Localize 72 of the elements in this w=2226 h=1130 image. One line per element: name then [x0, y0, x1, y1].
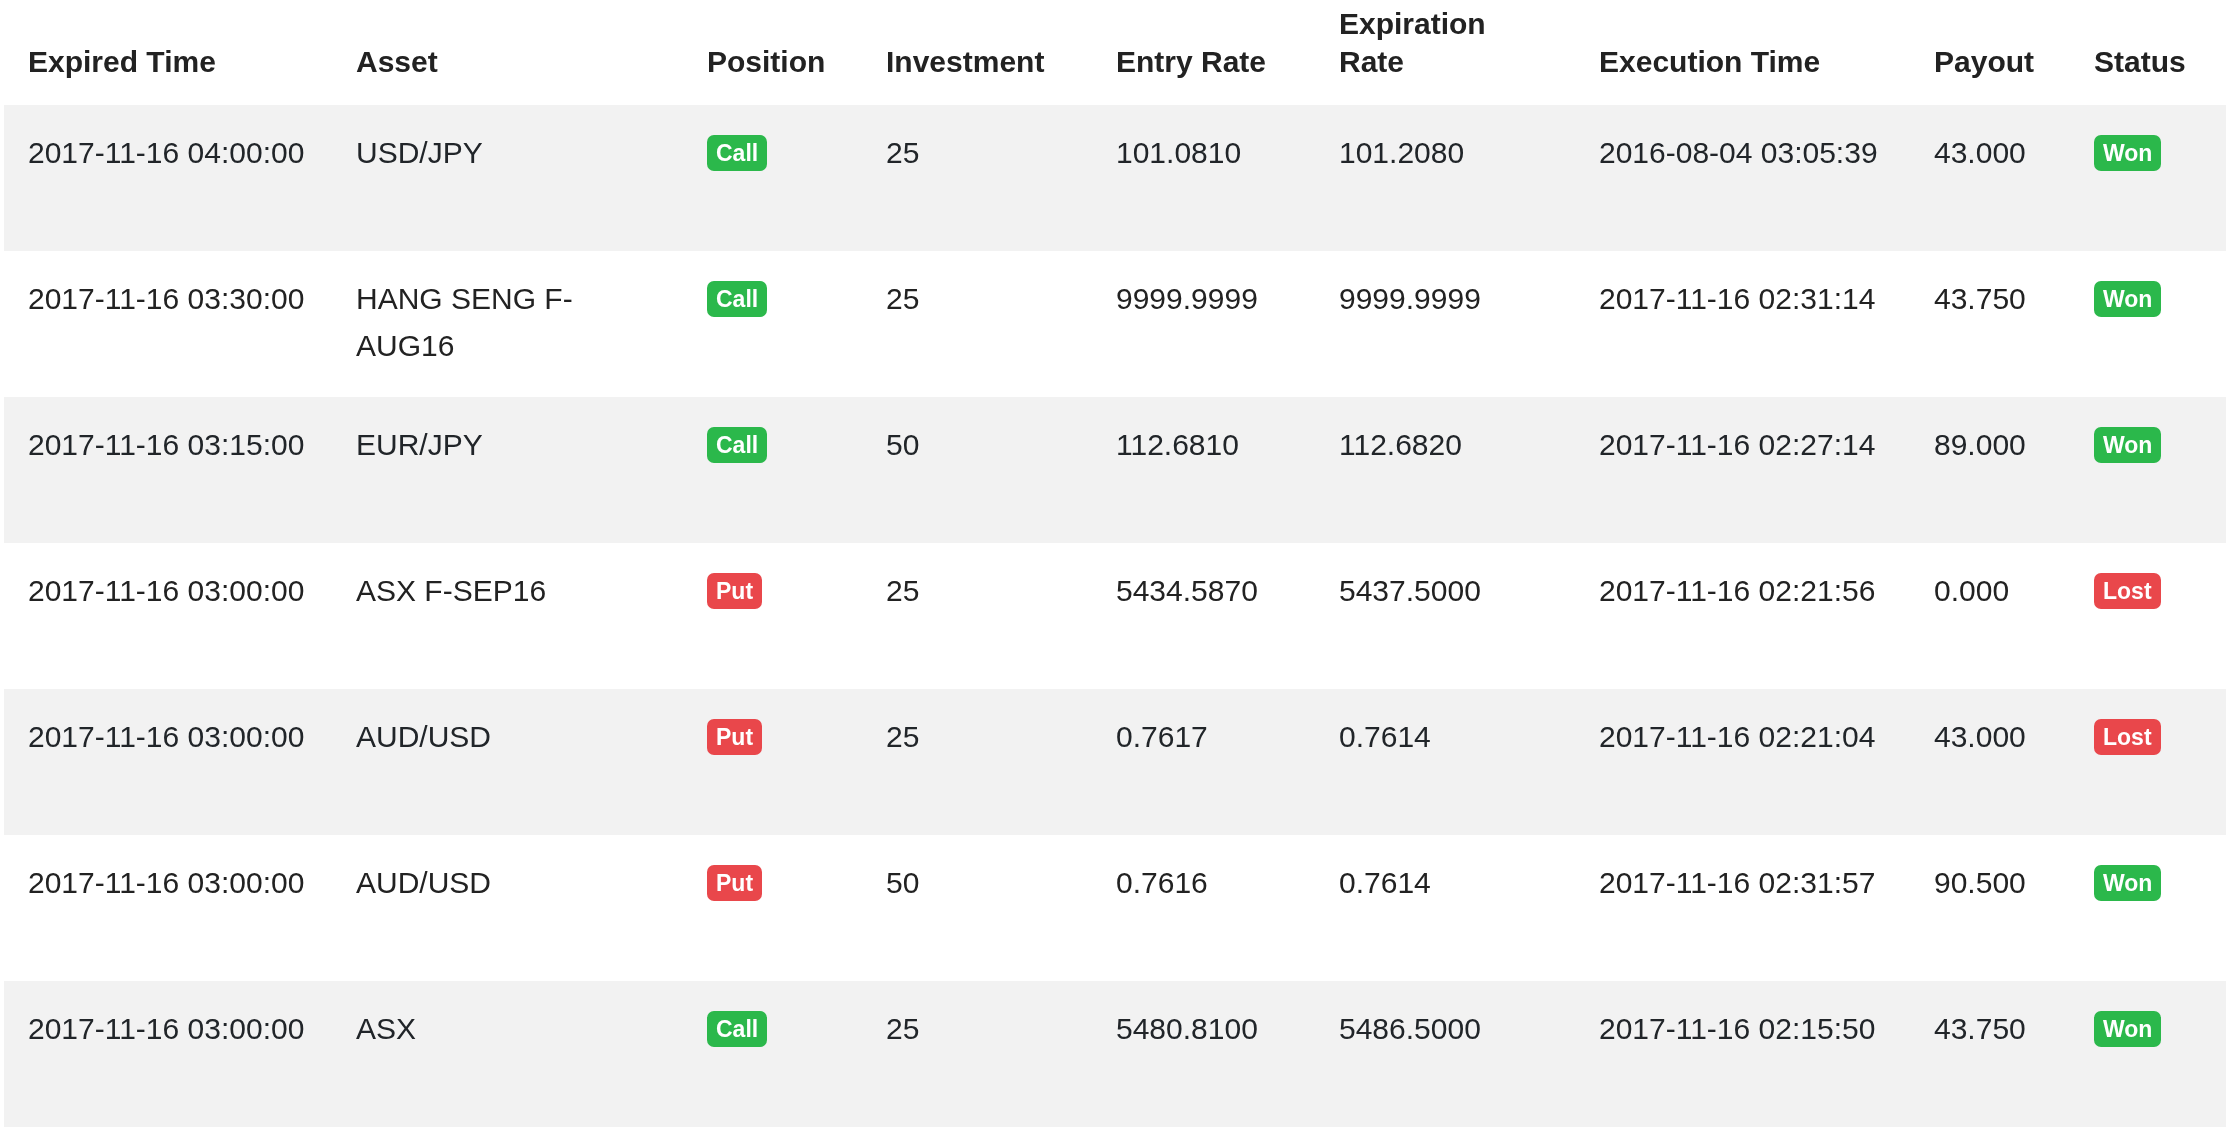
column-header: Expired Time [28, 45, 216, 78]
asset-name: ASX F-SEP16 [356, 574, 547, 607]
status-tag: Won [2094, 1011, 2162, 1047]
expired-time: 2017-11-16 03:15:00 [28, 428, 305, 461]
expiration-rate: 112.6820 [1339, 428, 1462, 461]
investment-amount: 50 [886, 866, 920, 899]
expired-time: 2017-11-16 03:00:00 [28, 866, 305, 899]
column-header: Position [707, 45, 826, 78]
entry-rate: 0.7617 [1116, 720, 1208, 753]
execution-time: 2016-08-04 03:05:39 [1599, 136, 1878, 169]
investment-amount: 25 [886, 136, 920, 169]
asset-name: USD/JPY [356, 136, 483, 169]
expired-time: 2017-11-16 03:00:00 [28, 1012, 305, 1045]
position-tag: Put [707, 719, 763, 755]
investment-amount: 25 [886, 1012, 920, 1045]
status-tag: Won [2094, 427, 2162, 463]
execution-time: 2017-11-16 02:21:56 [1599, 574, 1876, 607]
status-tag: Lost [2094, 573, 2161, 609]
expiration-rate: 5486.5000 [1339, 1012, 1481, 1045]
investment-amount: 25 [886, 574, 920, 607]
payout-amount: 90.500 [1934, 866, 2026, 899]
payout-amount: 43.750 [1934, 1012, 2026, 1045]
status-tag: Won [2094, 865, 2162, 901]
expiration-rate: 0.7614 [1339, 720, 1431, 753]
expiration-rate: 0.7614 [1339, 866, 1431, 899]
entry-rate: 5434.5870 [1116, 574, 1258, 607]
entry-rate: 112.6810 [1116, 428, 1239, 461]
expired-time: 2017-11-16 03:00:00 [28, 720, 305, 753]
column-header: Status [2094, 45, 2186, 78]
payout-amount: 89.000 [1934, 428, 2026, 461]
expired-time: 2017-11-16 03:30:00 [28, 282, 305, 315]
execution-time: 2017-11-16 02:27:14 [1599, 428, 1876, 461]
entry-rate: 5480.8100 [1116, 1012, 1258, 1045]
expiration-rate: 5437.5000 [1339, 574, 1481, 607]
column-header: Entry Rate [1116, 45, 1267, 78]
entry-rate: 101.0810 [1116, 136, 1242, 169]
execution-time: 2017-11-16 02:15:50 [1599, 1012, 1876, 1045]
status-tag: Won [2094, 281, 2162, 317]
execution-time: 2017-11-16 02:21:04 [1599, 720, 1876, 753]
position-tag: Call [707, 135, 768, 171]
status-tag: Lost [2094, 719, 2161, 755]
position-tag: Call [707, 1011, 768, 1047]
asset-name: ASX [356, 1012, 417, 1045]
column-header: Execution Time [1599, 45, 1821, 78]
column-header: Expiration Rate [1339, 7, 1486, 78]
status-tag: Won [2094, 135, 2162, 171]
column-header: Investment [886, 45, 1045, 78]
expiration-rate: 101.2080 [1339, 136, 1465, 169]
expired-time: 2017-11-16 03:00:00 [28, 574, 305, 607]
column-header: Payout [1934, 45, 2035, 78]
position-tag: Call [707, 281, 768, 317]
position-tag: Put [707, 573, 763, 609]
position-tag: Call [707, 427, 768, 463]
column-header: Asset [356, 45, 438, 78]
payout-amount: 43.000 [1934, 720, 2026, 753]
execution-time: 2017-11-16 02:31:14 [1599, 282, 1876, 315]
asset-name: AUD/USD [356, 866, 491, 899]
entry-rate: 0.7616 [1116, 866, 1208, 899]
payout-amount: 43.750 [1934, 282, 2026, 315]
investment-amount: 25 [886, 720, 920, 753]
payout-amount: 43.000 [1934, 136, 2026, 169]
expiration-rate: 9999.9999 [1339, 282, 1481, 315]
execution-time: 2017-11-16 02:31:57 [1599, 866, 1876, 899]
asset-name: AUD/USD [356, 720, 491, 753]
investment-amount: 50 [886, 428, 920, 461]
payout-amount: 0.000 [1934, 574, 2010, 607]
asset-name: HANG SENG F-AUG16 [356, 282, 573, 362]
expired-time: 2017-11-16 04:00:00 [28, 136, 305, 169]
asset-name: EUR/JPY [356, 428, 483, 461]
investment-amount: 25 [886, 282, 920, 315]
entry-rate: 9999.9999 [1116, 282, 1258, 315]
position-tag: Put [707, 865, 763, 901]
